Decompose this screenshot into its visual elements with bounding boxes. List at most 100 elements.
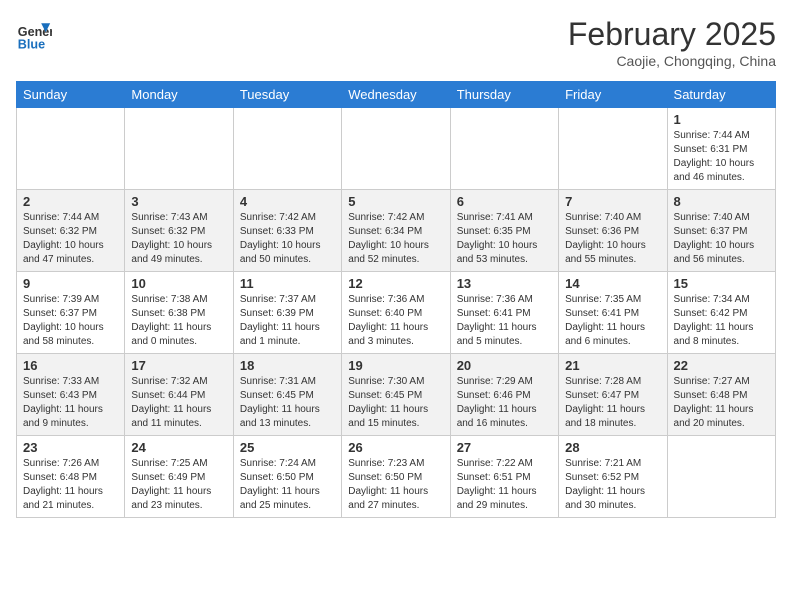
day-number: 28 bbox=[565, 440, 660, 455]
day-number: 14 bbox=[565, 276, 660, 291]
calendar-cell: 10 Sunrise: 7:38 AM Sunset: 6:38 PM Dayli… bbox=[125, 272, 233, 354]
day-info: Sunrise: 7:25 AM Sunset: 6:49 PM Dayligh… bbox=[131, 457, 226, 513]
day-info: Sunrise: 7:40 AM Sunset: 6:36 PM Dayligh… bbox=[565, 211, 660, 267]
day-info: Sunrise: 7:32 AM Sunset: 6:44 PM Dayligh… bbox=[131, 375, 226, 431]
day-header-friday: Friday bbox=[559, 82, 667, 108]
calendar-cell: 3 Sunrise: 7:43 AM Sunset: 6:32 PM Daylig… bbox=[125, 190, 233, 272]
calendar-cell: 23Sunrise: 7:26 AM Sunset: 6:48 PM Dayli… bbox=[17, 436, 125, 518]
day-number: 15 bbox=[674, 276, 769, 291]
calendar-cell: 1 Sunrise: 7:44 AM Sunset: 6:31 PM Daylig… bbox=[667, 108, 775, 190]
calendar-cell: 13 Sunrise: 7:36 AM Sunset: 6:41 PM Dayli… bbox=[450, 272, 558, 354]
calendar-cell: 2 Sunrise: 7:44 AM Sunset: 6:32 PM Daylig… bbox=[17, 190, 125, 272]
day-info: Sunrise: 7:23 AM Sunset: 6:50 PM Dayligh… bbox=[348, 457, 443, 513]
day-info: Sunrise: 7:36 AM Sunset: 6:41 PM Dayligh… bbox=[457, 293, 552, 349]
week-row-1: 1 Sunrise: 7:44 AM Sunset: 6:31 PM Daylig… bbox=[17, 108, 776, 190]
calendar-cell bbox=[342, 108, 450, 190]
calendar-cell bbox=[667, 436, 775, 518]
day-info: Sunrise: 7:42 AM Sunset: 6:33 PM Dayligh… bbox=[240, 211, 335, 267]
day-header-wednesday: Wednesday bbox=[342, 82, 450, 108]
day-info: Sunrise: 7:24 AM Sunset: 6:50 PM Dayligh… bbox=[240, 457, 335, 513]
day-info: Sunrise: 7:38 AM Sunset: 6:38 PM Dayligh… bbox=[131, 293, 226, 349]
day-number: 12 bbox=[348, 276, 443, 291]
day-number: 10 bbox=[131, 276, 226, 291]
day-info: Sunrise: 7:36 AM Sunset: 6:40 PM Dayligh… bbox=[348, 293, 443, 349]
title-block: February 2025 Caojie, Chongqing, China bbox=[568, 16, 776, 69]
week-row-2: 2 Sunrise: 7:44 AM Sunset: 6:32 PM Daylig… bbox=[17, 190, 776, 272]
calendar-cell bbox=[233, 108, 341, 190]
calendar-cell: 6 Sunrise: 7:41 AM Sunset: 6:35 PM Daylig… bbox=[450, 190, 558, 272]
calendar-cell: 18 Sunrise: 7:31 AM Sunset: 6:45 PM Dayli… bbox=[233, 354, 341, 436]
calendar-cell: 12 Sunrise: 7:36 AM Sunset: 6:40 PM Dayli… bbox=[342, 272, 450, 354]
day-info: Sunrise: 7:44 AM Sunset: 6:31 PM Dayligh… bbox=[674, 129, 769, 185]
calendar-cell: 28 Sunrise: 7:21 AM Sunset: 6:52 PM Dayli… bbox=[559, 436, 667, 518]
day-number: 20 bbox=[457, 358, 552, 373]
day-number: 19 bbox=[348, 358, 443, 373]
calendar-cell: 15 Sunrise: 7:34 AM Sunset: 6:42 PM Dayli… bbox=[667, 272, 775, 354]
calendar-cell: 9Sunrise: 7:39 AM Sunset: 6:37 PM Daylig… bbox=[17, 272, 125, 354]
day-header-sunday: Sunday bbox=[17, 82, 125, 108]
day-info: Sunrise: 7:28 AM Sunset: 6:47 PM Dayligh… bbox=[565, 375, 660, 431]
calendar-cell: 20 Sunrise: 7:29 AM Sunset: 6:46 PM Dayli… bbox=[450, 354, 558, 436]
page-header: General Blue February 2025 Caojie, Chong… bbox=[16, 16, 776, 69]
calendar-cell: 19 Sunrise: 7:30 AM Sunset: 6:45 PM Dayli… bbox=[342, 354, 450, 436]
calendar-cell: 7 Sunrise: 7:40 AM Sunset: 6:36 PM Daylig… bbox=[559, 190, 667, 272]
day-number: 26 bbox=[348, 440, 443, 455]
day-info: Sunrise: 7:37 AM Sunset: 6:39 PM Dayligh… bbox=[240, 293, 335, 349]
day-number: 22 bbox=[674, 358, 769, 373]
calendar-cell bbox=[17, 108, 125, 190]
logo-icon: General Blue bbox=[16, 16, 52, 52]
day-info: Sunrise: 7:43 AM Sunset: 6:32 PM Dayligh… bbox=[131, 211, 226, 267]
day-number: 6 bbox=[457, 194, 552, 209]
day-number: 4 bbox=[240, 194, 335, 209]
day-info: Sunrise: 7:30 AM Sunset: 6:45 PM Dayligh… bbox=[348, 375, 443, 431]
day-info: Sunrise: 7:40 AM Sunset: 6:37 PM Dayligh… bbox=[674, 211, 769, 267]
day-number: 8 bbox=[674, 194, 769, 209]
week-row-3: 9Sunrise: 7:39 AM Sunset: 6:37 PM Daylig… bbox=[17, 272, 776, 354]
day-info: Sunrise: 7:31 AM Sunset: 6:45 PM Dayligh… bbox=[240, 375, 335, 431]
day-info: Sunrise: 7:33 AM Sunset: 6:43 PM Dayligh… bbox=[23, 375, 118, 431]
day-info: Sunrise: 7:35 AM Sunset: 6:41 PM Dayligh… bbox=[565, 293, 660, 349]
day-info: Sunrise: 7:42 AM Sunset: 6:34 PM Dayligh… bbox=[348, 211, 443, 267]
calendar-cell: 8 Sunrise: 7:40 AM Sunset: 6:37 PM Daylig… bbox=[667, 190, 775, 272]
calendar-cell: 4 Sunrise: 7:42 AM Sunset: 6:33 PM Daylig… bbox=[233, 190, 341, 272]
day-number: 11 bbox=[240, 276, 335, 291]
calendar-cell: 24Sunrise: 7:25 AM Sunset: 6:49 PM Dayli… bbox=[125, 436, 233, 518]
day-number: 21 bbox=[565, 358, 660, 373]
month-year: February 2025 bbox=[568, 16, 776, 53]
week-row-5: 23Sunrise: 7:26 AM Sunset: 6:48 PM Dayli… bbox=[17, 436, 776, 518]
week-row-4: 16 Sunrise: 7:33 AM Sunset: 6:43 PM Dayli… bbox=[17, 354, 776, 436]
location: Caojie, Chongqing, China bbox=[568, 53, 776, 69]
calendar-cell: 17 Sunrise: 7:32 AM Sunset: 6:44 PM Dayli… bbox=[125, 354, 233, 436]
calendar-cell bbox=[450, 108, 558, 190]
day-number: 13 bbox=[457, 276, 552, 291]
day-header-monday: Monday bbox=[125, 82, 233, 108]
day-header-tuesday: Tuesday bbox=[233, 82, 341, 108]
calendar-cell bbox=[559, 108, 667, 190]
day-info: Sunrise: 7:26 AM Sunset: 6:48 PM Dayligh… bbox=[23, 457, 118, 513]
day-number: 2 bbox=[23, 194, 118, 209]
day-number: 16 bbox=[23, 358, 118, 373]
day-info: Sunrise: 7:44 AM Sunset: 6:32 PM Dayligh… bbox=[23, 211, 118, 267]
day-info: Sunrise: 7:41 AM Sunset: 6:35 PM Dayligh… bbox=[457, 211, 552, 267]
day-number: 3 bbox=[131, 194, 226, 209]
day-number: 25 bbox=[240, 440, 335, 455]
logo: General Blue bbox=[16, 16, 52, 52]
calendar-cell: 5 Sunrise: 7:42 AM Sunset: 6:34 PM Daylig… bbox=[342, 190, 450, 272]
day-info: Sunrise: 7:22 AM Sunset: 6:51 PM Dayligh… bbox=[457, 457, 552, 513]
day-number: 27 bbox=[457, 440, 552, 455]
day-number: 9 bbox=[23, 276, 118, 291]
day-info: Sunrise: 7:29 AM Sunset: 6:46 PM Dayligh… bbox=[457, 375, 552, 431]
calendar-header-row: SundayMondayTuesdayWednesdayThursdayFrid… bbox=[17, 82, 776, 108]
calendar-cell: 14 Sunrise: 7:35 AM Sunset: 6:41 PM Dayli… bbox=[559, 272, 667, 354]
calendar-cell: 21 Sunrise: 7:28 AM Sunset: 6:47 PM Dayli… bbox=[559, 354, 667, 436]
day-number: 17 bbox=[131, 358, 226, 373]
day-number: 7 bbox=[565, 194, 660, 209]
day-number: 18 bbox=[240, 358, 335, 373]
day-number: 1 bbox=[674, 112, 769, 127]
day-info: Sunrise: 7:34 AM Sunset: 6:42 PM Dayligh… bbox=[674, 293, 769, 349]
calendar-cell: 22Sunrise: 7:27 AM Sunset: 6:48 PM Dayli… bbox=[667, 354, 775, 436]
calendar-table: SundayMondayTuesdayWednesdayThursdayFrid… bbox=[16, 81, 776, 518]
day-header-thursday: Thursday bbox=[450, 82, 558, 108]
day-number: 5 bbox=[348, 194, 443, 209]
day-info: Sunrise: 7:21 AM Sunset: 6:52 PM Dayligh… bbox=[565, 457, 660, 513]
